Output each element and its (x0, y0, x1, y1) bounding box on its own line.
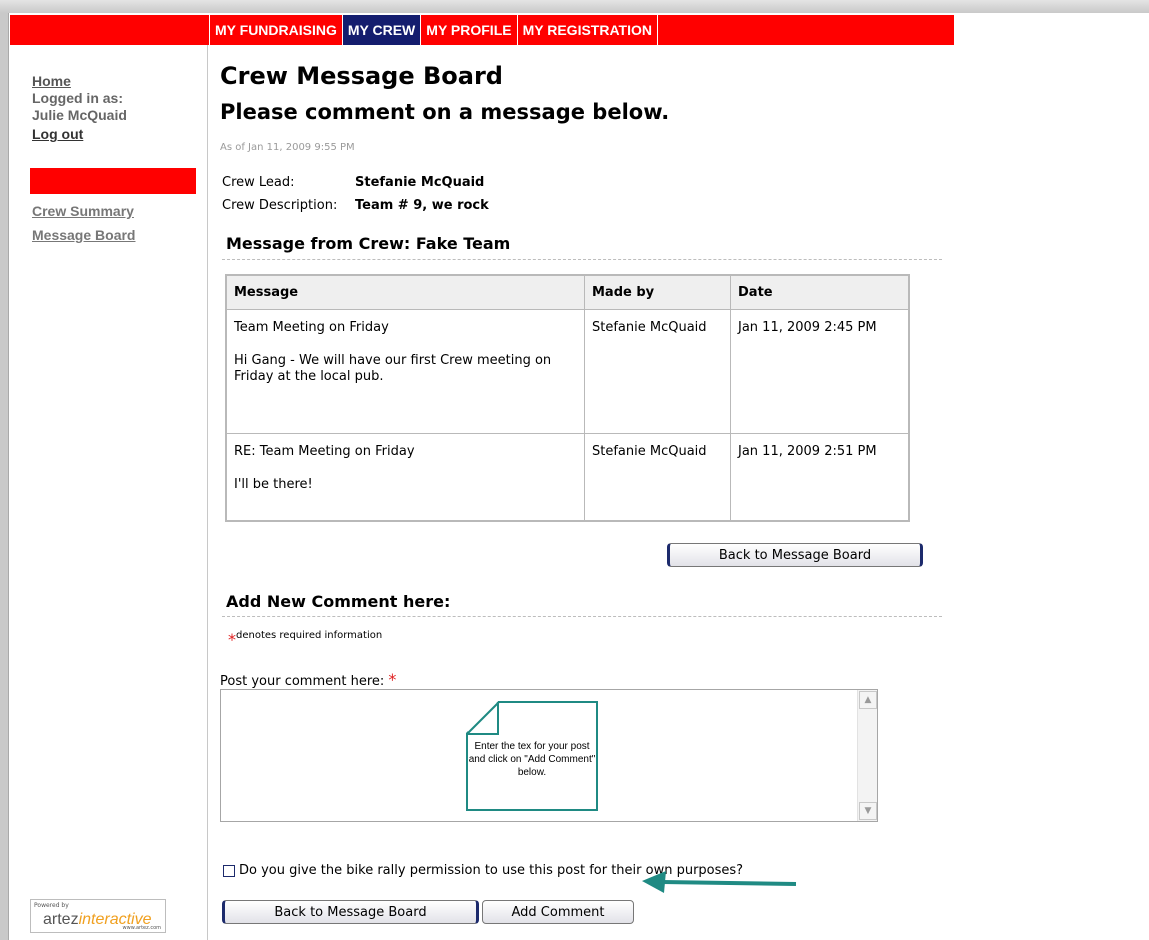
sidebar-item-crew-summary[interactable]: Crew Summary (32, 203, 134, 219)
required-note: *denotes required information (228, 630, 383, 649)
tab-my-profile[interactable]: MY PROFILE (420, 15, 516, 45)
crew-description-label: Crew Description: (222, 198, 338, 213)
page-title: Crew Message Board (220, 62, 503, 90)
messages-table: Message Made by Date Team Meeting on Fri… (225, 274, 910, 522)
message-cell: Team Meeting on Friday Hi Gang - We will… (227, 310, 585, 434)
sidebar-item-message-board[interactable]: Message Board (32, 227, 135, 243)
callout-fold-icon (466, 701, 500, 735)
back-to-message-board-button[interactable]: Back to Message Board (667, 543, 923, 567)
messages-heading-divider (222, 259, 942, 260)
column-header-made-by: Made by (585, 276, 731, 310)
add-comment-button[interactable]: Add Comment (482, 900, 634, 924)
permission-checkbox[interactable] (223, 864, 235, 877)
logo-url: www.artez.com (122, 925, 161, 931)
logged-in-user: Julie McQuaid (32, 107, 127, 123)
table-header-row: Message Made by Date (227, 276, 908, 310)
logo-powered-by: Powered by (34, 902, 69, 909)
scroll-up-icon[interactable]: ▲ (859, 691, 877, 709)
crew-description-value: Team # 9, we rock (355, 198, 489, 213)
post-comment-label: Post your comment here: * (220, 670, 397, 689)
back-to-message-board-button-bottom[interactable]: Back to Message Board (222, 900, 479, 924)
pointer-arrow-icon (642, 871, 797, 893)
message-body: Hi Gang - We will have our first Crew me… (234, 353, 552, 384)
home-link[interactable]: Home (32, 73, 71, 89)
messages-heading: Message from Crew: Fake Team (226, 234, 511, 253)
date-cell: Jan 11, 2009 2:51 PM (738, 444, 877, 459)
column-header-date: Date (731, 276, 908, 310)
tab-my-fundraising[interactable]: MY FUNDRAISING (209, 15, 342, 45)
scroll-down-icon[interactable]: ▼ (859, 802, 877, 820)
window-frame-left (0, 13, 9, 940)
column-header-message: Message (227, 276, 585, 310)
date-cell: Jan 11, 2009 2:45 PM (731, 310, 908, 434)
table-row: RE: Team Meeting on Friday I'll be there… (227, 434, 908, 520)
message-cell: RE: Team Meeting on Friday I'll be there… (227, 434, 585, 520)
required-star: * (228, 630, 236, 649)
page-subtitle: Please comment on a message below. (220, 100, 670, 124)
sidebar-red-bar (30, 168, 196, 194)
sidebar-divider (207, 45, 208, 940)
required-star: * (388, 670, 397, 689)
logged-in-label: Logged in as: (32, 90, 123, 106)
textarea-scrollbar[interactable]: ▲ ▼ (857, 690, 877, 821)
add-comment-heading: Add New Comment here: (226, 592, 451, 611)
made-by-cell: Stefanie McQuaid (585, 434, 731, 520)
table-row: Team Meeting on Friday Hi Gang - We will… (227, 310, 908, 434)
add-comment-heading-divider (222, 616, 942, 617)
top-nav-tabs: MY FUNDRAISING MY CREW MY PROFILE MY REG… (209, 15, 658, 45)
window-frame-top (0, 0, 1149, 13)
crew-lead-label: Crew Lead: (222, 175, 295, 190)
as-of-timestamp: As of Jan 11, 2009 9:55 PM (220, 142, 355, 153)
message-body: I'll be there! (234, 477, 313, 492)
tab-my-crew[interactable]: MY CREW (341, 15, 421, 45)
logout-link[interactable]: Log out (32, 126, 83, 142)
made-by-cell: Stefanie McQuaid (585, 310, 731, 434)
message-subject: RE: Team Meeting on Friday (234, 444, 415, 459)
tab-my-registration[interactable]: MY REGISTRATION (516, 15, 658, 45)
callout-text: Enter the tex for your post and click on… (468, 741, 596, 778)
message-subject: Team Meeting on Friday (234, 320, 389, 335)
artez-logo[interactable]: Powered by artezinteractive www.artez.co… (30, 899, 166, 933)
crew-lead-value: Stefanie McQuaid (355, 175, 485, 190)
